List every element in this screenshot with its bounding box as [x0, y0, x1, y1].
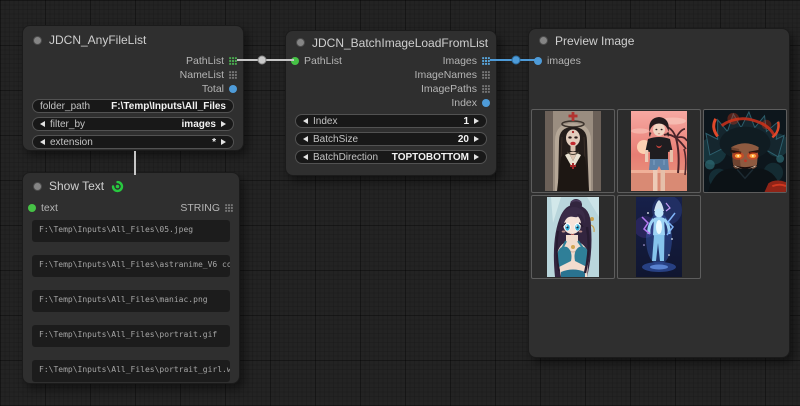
text-input-port[interactable] — [28, 204, 36, 212]
preview-image-sunset-girl — [631, 111, 687, 191]
index-combo[interactable]: Index 1 — [295, 114, 487, 128]
combo-left-arrow-icon[interactable] — [40, 139, 45, 145]
combo-right-arrow-icon[interactable] — [474, 154, 479, 160]
preview-image-portrait-girl — [547, 197, 599, 277]
preview-image-grid — [531, 109, 787, 279]
input-label-pathlist: PathList — [304, 55, 342, 67]
collapse-dot-icon[interactable] — [33, 182, 42, 191]
list-output-port-icon[interactable] — [229, 57, 237, 65]
pathlist-input-port[interactable] — [291, 57, 299, 65]
output-label-pathlist: PathList — [186, 55, 224, 67]
list-output-port-icon[interactable] — [482, 85, 490, 93]
widget-label: filter_by — [50, 119, 85, 130]
filter-by-combo[interactable]: filter_by images — [32, 117, 234, 131]
combo-left-arrow-icon[interactable] — [40, 121, 45, 127]
text-output-row[interactable]: F:\Temp\Inputs\All_Files\maniac.png — [32, 290, 230, 312]
combo-right-arrow-icon[interactable] — [474, 118, 479, 124]
text-output-row[interactable]: F:\Temp\Inputs\All_Files\astranime_V6 co… — [32, 255, 230, 277]
output-label-images: Images — [443, 55, 477, 67]
string-output-port-icon[interactable] — [225, 204, 233, 212]
preview-cell — [617, 109, 701, 193]
widget-label: BatchDirection — [313, 152, 378, 163]
output-label-namelist: NameList — [180, 69, 224, 81]
combo-right-arrow-icon[interactable] — [221, 139, 226, 145]
input-label-images: images — [547, 55, 581, 67]
widget-label: extension — [50, 137, 93, 148]
widget-label: BatchSize — [313, 134, 358, 145]
node-batch-image-load[interactable]: JDCN_BatchImageLoadFromList PathList Ima… — [285, 30, 497, 176]
collapse-dot-icon[interactable] — [296, 38, 305, 47]
widget-value: 1 — [463, 116, 469, 127]
images-input-port[interactable] — [534, 57, 542, 65]
collapse-dot-icon[interactable] — [33, 36, 42, 45]
node-title: Preview Image — [555, 34, 634, 48]
output-label-total: Total — [202, 83, 224, 95]
node-show-text[interactable]: Show Text text STRING F:\Temp\Inputs\All… — [22, 172, 240, 384]
node-title: Show Text — [49, 179, 104, 193]
widget-label: Index — [313, 116, 337, 127]
node-header[interactable]: Preview Image — [529, 29, 789, 52]
int-output-port[interactable] — [482, 99, 490, 107]
widget-value: 20 — [458, 134, 469, 145]
output-label-imagepaths: ImagePaths — [421, 83, 477, 95]
preview-image-gothic-portrait — [545, 111, 601, 191]
combo-right-arrow-icon[interactable] — [474, 136, 479, 142]
widget-value: * — [212, 137, 216, 148]
widget-label: folder_path — [40, 101, 90, 112]
pysssss-badge-icon — [111, 180, 124, 193]
list-output-port-icon[interactable] — [229, 71, 237, 79]
preview-cell — [703, 109, 787, 193]
widget-value: images — [182, 119, 216, 130]
widget-value: TOPTOBOTTOM — [392, 152, 469, 163]
combo-left-arrow-icon[interactable] — [303, 154, 308, 160]
input-label-text: text — [41, 202, 58, 214]
int-output-port[interactable] — [229, 85, 237, 93]
batchdirection-combo[interactable]: BatchDirection TOPTOBOTTOM — [295, 150, 487, 164]
widget-value: F:\Temp\Inputs\All_Files — [111, 101, 226, 112]
node-header[interactable]: JDCN_AnyFileList — [23, 26, 243, 54]
node-header[interactable]: Show Text — [23, 173, 239, 199]
node-any-file-list[interactable]: JDCN_AnyFileList PathList NameList Total… — [22, 25, 244, 151]
node-preview-image[interactable]: Preview Image images — [528, 28, 790, 358]
output-label-string: STRING — [180, 202, 220, 214]
preview-image-electric-figure — [636, 197, 682, 277]
image-output-port-icon[interactable] — [482, 57, 490, 65]
text-output-row[interactable]: F:\Temp\Inputs\All_Files\portrait_girl.w… — [32, 360, 230, 382]
text-output-row[interactable]: F:\Temp\Inputs\All_Files\05.jpeg — [32, 220, 230, 242]
extension-combo[interactable]: extension * — [32, 135, 234, 149]
collapse-dot-icon[interactable] — [539, 36, 548, 45]
node-title: JDCN_AnyFileList — [49, 33, 146, 47]
combo-right-arrow-icon[interactable] — [221, 121, 226, 127]
preview-image-demon — [704, 110, 786, 192]
preview-cell — [531, 109, 615, 193]
preview-cell — [531, 195, 615, 279]
text-output-row[interactable]: F:\Temp\Inputs\All_Files\portrait.gif — [32, 325, 230, 347]
folder-path-widget[interactable]: folder_path F:\Temp\Inputs\All_Files — [32, 99, 234, 113]
combo-left-arrow-icon[interactable] — [303, 136, 308, 142]
preview-cell — [617, 195, 701, 279]
node-title: JDCN_BatchImageLoadFromList — [312, 36, 488, 50]
combo-left-arrow-icon[interactable] — [303, 118, 308, 124]
output-label-imagenames: ImageNames — [415, 69, 477, 81]
node-header[interactable]: JDCN_BatchImageLoadFromList — [286, 31, 496, 54]
list-output-port-icon[interactable] — [482, 71, 490, 79]
output-label-index: Index — [451, 97, 477, 109]
batchsize-combo[interactable]: BatchSize 20 — [295, 132, 487, 146]
node-editor-canvas[interactable]: JDCN_AnyFileList PathList NameList Total… — [0, 0, 800, 406]
